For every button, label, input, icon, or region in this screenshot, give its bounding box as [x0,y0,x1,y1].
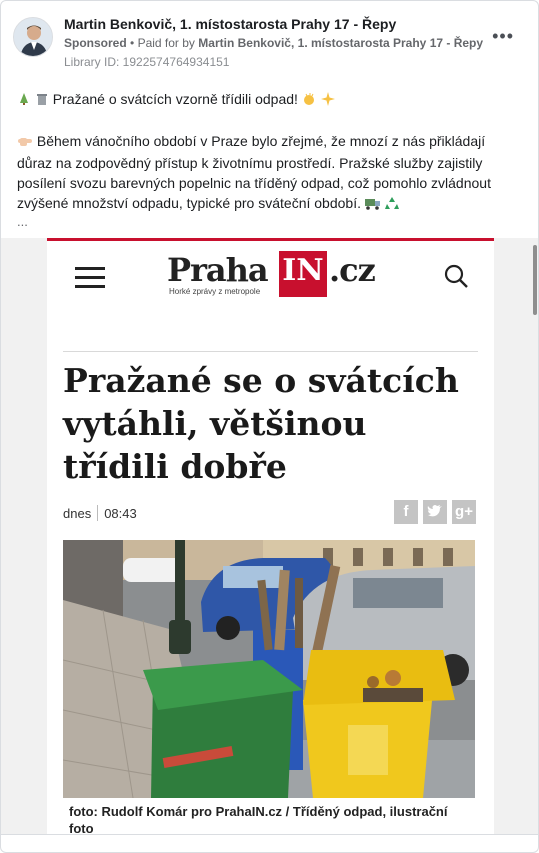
paid-for-label: Paid for by [137,36,195,50]
meta-separator [97,505,99,521]
article-headline: Pražané se o svátcích vytáhli, většinou … [63,361,459,486]
logo-praha-text: Praha [167,251,269,289]
tree-icon [17,91,31,111]
share-buttons: f g+ [389,500,476,524]
twitter-share-icon [423,500,447,524]
post-line-2-text: Během vánočního období v Praze bylo zřej… [17,133,491,211]
payer-name[interactable]: Martin Benkovič, 1. místostarosta Prahy … [198,36,483,50]
hamburger-menu-icon [75,267,105,288]
library-id: Library ID: 1922574764934151 [64,55,230,69]
post-line-1: Pražané o svátcích vzorně třídili odpad! [17,89,524,111]
trash-bin-icon [35,91,49,111]
facebook-share-icon: f [394,500,418,524]
post-line-2: Během vánočního období v Praze bylo zřej… [17,131,524,215]
logo-cz-text: .cz [329,251,376,289]
article-time: 08:43 [104,506,137,521]
pointing-hand-icon [17,133,33,153]
logo-tagline: Horké zprávy z metropole [169,287,261,296]
ad-creative-image[interactable]: Praha IN .cz Horké zprávy z metropole Pr… [1,238,538,834]
post-line-1-text: Pražané o svátcích vzorně třídili odpad! [52,91,298,107]
search-icon [443,263,469,289]
google-plus-share-icon: g+ [452,500,476,524]
article-photo [63,540,475,798]
article-meta: dnes 08:43 [63,505,137,521]
article-screenshot: Praha IN .cz Horké zprávy z metropole Pr… [47,238,537,834]
header-divider [63,351,478,352]
sponsored-line: Sponsored • Paid for by Martin Benkovič,… [64,36,483,50]
meta-dot: • [130,36,138,50]
scrollbar [533,245,537,315]
advertiser-name[interactable]: Martin Benkovič, 1. místostarosta Prahy … [64,16,396,32]
more-options-icon[interactable]: ••• [492,27,514,45]
sparkles-icon [320,91,335,111]
sponsored-label: Sponsored [64,36,127,50]
recycle-icon [384,195,399,215]
advertiser-avatar[interactable] [13,17,53,57]
article-date: dnes [63,506,92,521]
see-more-ellipsis[interactable]: ... [17,215,524,229]
prahain-logo: Praha IN .cz Horké zprávy z metropole [167,251,377,299]
card-bottom-divider [1,834,538,835]
clapping-hands-icon [302,91,317,111]
truck-icon [364,195,381,215]
ad-header: Martin Benkovič, 1. místostarosta Prahy … [13,13,526,69]
ad-card: Martin Benkovič, 1. místostarosta Prahy … [0,0,539,853]
post-text: Pražané o svátcích vzorně třídili odpad!… [17,89,524,229]
logo-in-text: IN [279,251,327,297]
photo-caption: foto: Rudolf Komár pro PrahaIN.cz / Tříd… [69,804,448,834]
